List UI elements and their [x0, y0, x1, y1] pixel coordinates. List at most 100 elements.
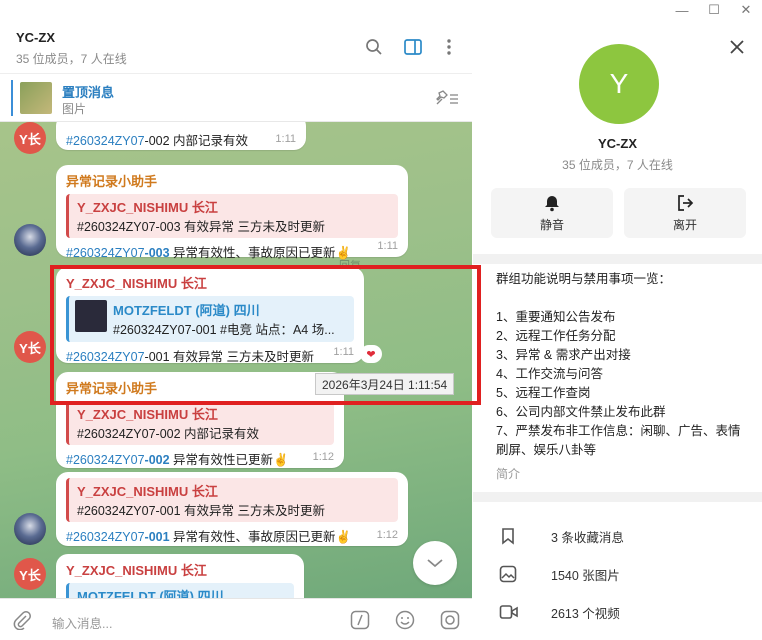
group-description: 群组功能说明与禁用事项一览： 1、重要通知公告发布 2、远程工作任务分配 3、异…	[496, 270, 748, 460]
hashtag-link[interactable]: #260324ZY07	[66, 134, 145, 148]
image-icon	[499, 565, 517, 583]
saved-messages-row[interactable]: 3 条收藏消息	[473, 521, 762, 551]
quote-text: #260324ZY07-001 #电竞 站点：A4 场...	[113, 323, 335, 337]
bookmark-icon	[499, 527, 517, 545]
group-info-panel: Y YC-ZX 35 位成员，7 人在线 静音 离开 群组功能说明与禁用事项一览…	[473, 0, 762, 640]
message-time: 1:11	[377, 240, 398, 252]
group-member-count: 35 位成员，7 人在线	[562, 158, 673, 172]
video-icon	[499, 603, 518, 621]
window-controls: — ☐ ✕	[472, 0, 762, 20]
more-menu-icon[interactable]	[439, 37, 459, 57]
search-icon[interactable]	[364, 37, 384, 57]
quote-author: Y_ZXJC_NISHIMU 长江	[77, 200, 218, 215]
avatar[interactable]: Y长	[14, 122, 46, 154]
scroll-to-bottom-button[interactable]	[413, 541, 457, 585]
heart-reaction[interactable]: ❤	[360, 345, 382, 363]
section-divider	[473, 492, 762, 502]
camera-icon[interactable]	[440, 610, 460, 630]
bot-command-icon[interactable]	[350, 610, 370, 630]
message-body: 异常有效性已更新✌️	[169, 453, 289, 467]
message-input[interactable]: 输入消息...	[52, 613, 112, 632]
hashtag-link[interactable]: #260324ZY07	[66, 530, 145, 544]
videos-row[interactable]: 2613 个视频	[473, 597, 762, 627]
minimize-button[interactable]: —	[666, 0, 698, 20]
message-list[interactable]: Y长 #260324ZY07-002 内部记录有效 1:11 异常记录小助手 Y…	[0, 122, 472, 598]
leave-label: 离开	[672, 217, 697, 232]
pinned-indicator	[11, 80, 13, 116]
group-name: YC-ZX	[598, 136, 637, 151]
pinned-title: 置顶消息	[62, 85, 115, 100]
mute-button[interactable]: 静音	[491, 188, 613, 238]
images-count: 1540 张图片	[551, 568, 620, 583]
pinned-list-icon[interactable]	[434, 88, 460, 108]
quote-thumbnail	[75, 300, 107, 332]
description-label: 简介	[496, 467, 521, 481]
message-text: #260324ZY07-001 异常有效性、事故原因已更新✌️	[66, 526, 398, 545]
sender-name[interactable]: 异常记录小助手	[66, 171, 398, 190]
reply-quote[interactable]: Y_ZXJC_NISHIMU 长江 #260324ZY07-002 内部记录有效	[66, 401, 334, 445]
message-time: 1:11	[333, 346, 354, 358]
pinned-message-bar[interactable]: 置顶消息 图片	[0, 74, 472, 122]
message-composer: 输入消息...	[0, 598, 472, 640]
pinned-thumbnail	[20, 82, 52, 114]
attach-icon[interactable]	[12, 610, 32, 631]
hashtag-link[interactable]: #260324ZY07	[66, 350, 145, 364]
mute-label: 静音	[539, 217, 564, 232]
quote-author: MOTZFELDT (阿道) 四川	[77, 589, 224, 598]
close-window-button[interactable]: ✕	[730, 0, 762, 20]
message-body: 异常有效性、事故原因已更新✌️	[169, 530, 352, 544]
message-text: #260324ZY07-001 有效异常 三方未及时更新	[66, 346, 354, 365]
sidebar-toggle-icon[interactable]	[403, 37, 423, 57]
avatar[interactable]: Y长	[14, 331, 46, 363]
chat-member-count: 35 位成员，7 人在线	[16, 52, 127, 66]
sender-name[interactable]: 异常记录小助手	[66, 378, 334, 397]
message-bubble[interactable]: #260324ZY07-002 内部记录有效 1:11	[56, 122, 306, 150]
avatar-robot[interactable]	[14, 513, 46, 545]
reply-quote[interactable]: Y_ZXJC_NISHIMU 长江 #260324ZY07-003 有效异常 三…	[66, 194, 398, 238]
reply-quote[interactable]: MOTZFELDT (阿道) 四川 #260324ZY07-001 #电竞 站点…	[66, 296, 354, 342]
hashtag-link[interactable]: #260324ZY07	[66, 246, 145, 260]
quote-author: Y_ZXJC_NISHIMU 长江	[77, 407, 218, 422]
group-avatar[interactable]: Y	[579, 44, 659, 124]
saved-count: 3 条收藏消息	[551, 530, 624, 545]
avatar-robot[interactable]	[14, 224, 46, 256]
sender-name[interactable]: Y_ZXJC_NISHIMU 长江	[66, 273, 354, 292]
message-time: 1:11	[275, 133, 296, 145]
chevron-down-icon	[427, 559, 443, 568]
leave-icon	[678, 194, 694, 211]
message-bubble[interactable]: Y_ZXJC_NISHIMU 长江 MOTZFELDT (阿道) 四川	[56, 554, 304, 598]
hashtag-suffix: -003	[144, 246, 170, 260]
leave-button[interactable]: 离开	[624, 188, 746, 238]
message-text: #260324ZY07-002 内部记录有效	[66, 130, 296, 149]
close-icon[interactable]	[728, 38, 746, 56]
chat-title[interactable]: YC-ZX	[16, 30, 55, 45]
avatar[interactable]: Y长	[14, 558, 46, 590]
emoji-icon[interactable]	[395, 610, 415, 630]
description-line: 1、重要通知公告发布	[496, 310, 616, 324]
description-line: 3、异常 & 需求产出对接	[496, 348, 631, 362]
message-body: -001 有效异常 三方未及时更新	[144, 350, 315, 364]
maximize-button[interactable]: ☐	[698, 0, 730, 20]
message-time: 1:12	[312, 451, 334, 463]
description-line: 4、工作交流与问答	[496, 367, 603, 381]
description-line: 5、远程工作查岗	[496, 386, 591, 400]
quote-text: #260324ZY07-001 有效异常 三方未及时更新	[77, 504, 326, 518]
message-text: #260324ZY07-002 异常有效性已更新✌️	[66, 449, 334, 468]
reply-quote[interactable]: Y_ZXJC_NISHIMU 长江 #260324ZY07-001 有效异常 三…	[66, 478, 398, 522]
message-bubble[interactable]: 异常记录小助手 Y_ZXJC_NISHIMU 长江 #260324ZY07-00…	[56, 165, 408, 260]
message-bubble[interactable]: Y_ZXJC_NISHIMU 长江 #260324ZY07-001 有效异常 三…	[56, 472, 408, 546]
reply-quote[interactable]: MOTZFELDT (阿道) 四川	[66, 583, 294, 598]
sender-name[interactable]: Y_ZXJC_NISHIMU 长江	[66, 560, 294, 579]
quote-text: #260324ZY07-002 内部记录有效	[77, 427, 260, 441]
section-divider	[473, 254, 762, 264]
bell-icon	[545, 195, 559, 211]
message-bubble[interactable]: 异常记录小助手 Y_ZXJC_NISHIMU 长江 #260324ZY07-00…	[56, 372, 344, 468]
hashtag-suffix: -001	[144, 530, 170, 544]
quote-text: #260324ZY07-003 有效异常 三方未及时更新	[77, 220, 326, 234]
message-time: 1:12	[376, 529, 398, 541]
images-row[interactable]: 1540 张图片	[473, 559, 762, 589]
hashtag-link[interactable]: #260324ZY07	[66, 453, 145, 467]
message-bubble[interactable]: Y_ZXJC_NISHIMU 长江 MOTZFELDT (阿道) 四川 #260…	[56, 267, 364, 365]
quote-author: Y_ZXJC_NISHIMU 长江	[77, 484, 218, 499]
